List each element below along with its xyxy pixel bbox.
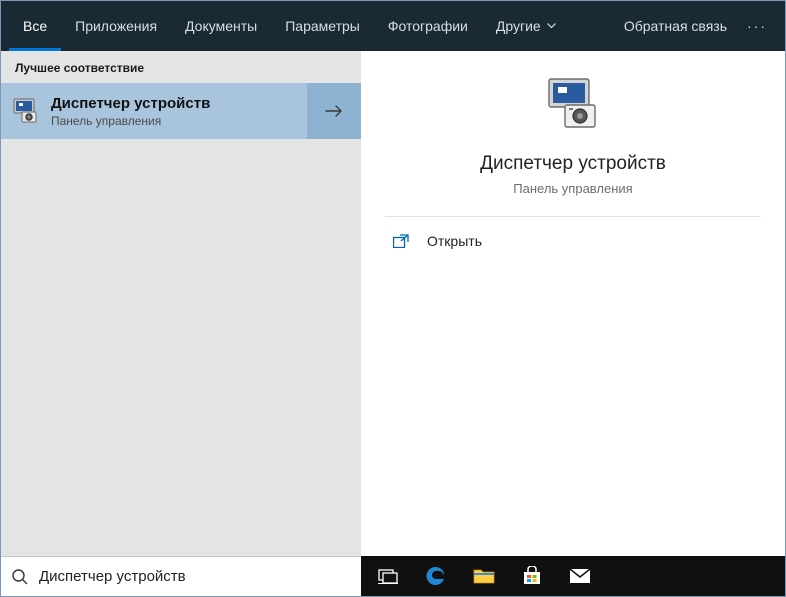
- open-icon: [389, 234, 413, 248]
- edge-button[interactable]: [413, 556, 459, 596]
- tab-label: Параметры: [285, 18, 360, 34]
- tab-label: Приложения: [75, 18, 157, 34]
- store-icon: [522, 566, 542, 586]
- main-area: Лучшее соответствие Диспетчер устройств …: [1, 51, 785, 556]
- mail-button[interactable]: [557, 556, 603, 596]
- chevron-down-icon: [547, 23, 556, 29]
- tab-other[interactable]: Другие: [482, 1, 570, 51]
- taskbar: [361, 556, 785, 596]
- search-input[interactable]: [39, 568, 351, 585]
- device-manager-icon: [543, 77, 603, 137]
- more-label: ···: [747, 18, 767, 34]
- section-best-match: Лучшее соответствие: [1, 51, 361, 83]
- action-open-label: Открыть: [427, 233, 482, 249]
- tab-settings[interactable]: Параметры: [271, 1, 374, 51]
- result-text: Диспетчер устройств Панель управления: [51, 95, 307, 128]
- tab-docs[interactable]: Документы: [171, 1, 271, 51]
- search-icon: [11, 568, 29, 586]
- result-title: Диспетчер устройств: [51, 95, 299, 112]
- task-view-button[interactable]: [365, 556, 411, 596]
- result-device-manager[interactable]: Диспетчер устройств Панель управления: [1, 83, 361, 139]
- device-manager-icon: [1, 98, 51, 124]
- folder-icon: [473, 567, 495, 585]
- explorer-button[interactable]: [461, 556, 507, 596]
- arrow-right-icon: [325, 104, 343, 118]
- store-button[interactable]: [509, 556, 555, 596]
- search-window: Все Приложения Документы Параметры Фотог…: [0, 0, 786, 597]
- tab-all[interactable]: Все: [9, 1, 61, 51]
- preview-subtitle: Панель управления: [513, 181, 632, 196]
- tab-apps[interactable]: Приложения: [61, 1, 171, 51]
- tab-label: Все: [23, 18, 47, 34]
- more-button[interactable]: ···: [737, 1, 777, 51]
- results-panel: Лучшее соответствие Диспетчер устройств …: [1, 51, 361, 556]
- task-view-icon: [378, 568, 398, 584]
- feedback-link[interactable]: Обратная связь: [614, 1, 737, 51]
- tab-label: Другие: [496, 18, 541, 34]
- preview-hero: Диспетчер устройств Панель управления: [385, 71, 761, 217]
- open-preview-button[interactable]: [307, 83, 361, 139]
- filter-header: Все Приложения Документы Параметры Фотог…: [1, 1, 785, 51]
- tab-label: Документы: [185, 18, 257, 34]
- action-open[interactable]: Открыть: [385, 217, 761, 265]
- tab-photos[interactable]: Фотографии: [374, 1, 482, 51]
- search-box[interactable]: [1, 556, 361, 596]
- result-subtitle: Панель управления: [51, 114, 299, 128]
- edge-icon: [425, 565, 447, 587]
- preview-title: Диспетчер устройств: [480, 153, 666, 175]
- bottom-strip: [1, 556, 785, 596]
- feedback-label: Обратная связь: [624, 18, 727, 34]
- tab-label: Фотографии: [388, 18, 468, 34]
- mail-icon: [569, 568, 591, 584]
- preview-panel: Диспетчер устройств Панель управления От…: [361, 51, 785, 556]
